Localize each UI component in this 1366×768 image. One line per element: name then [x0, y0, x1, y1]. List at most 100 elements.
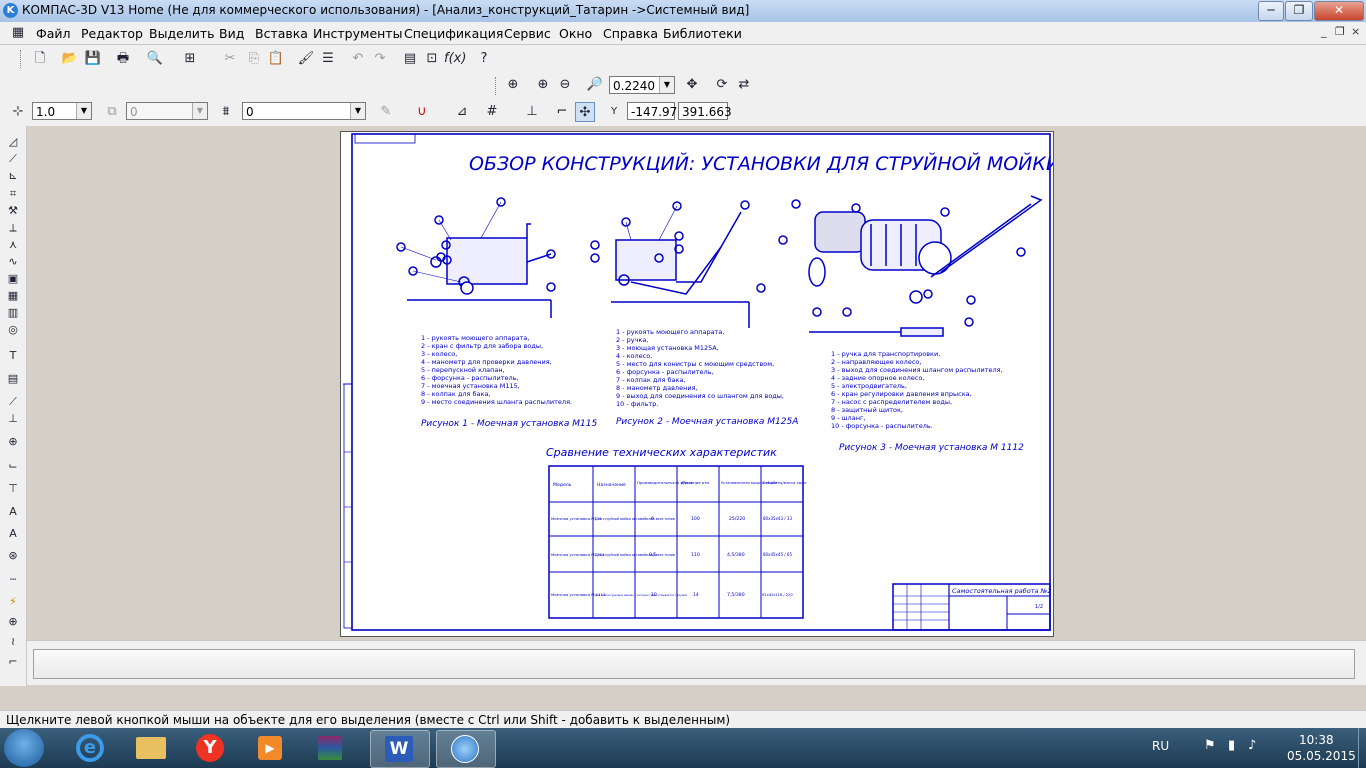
edit-icon[interactable]: ⌗: [4, 186, 22, 201]
leader-icon[interactable]: ⟋: [4, 394, 22, 409]
manager-icon[interactable]: ⊞: [180, 49, 200, 69]
layers-icon[interactable]: ▤: [400, 49, 420, 69]
language-indicator[interactable]: RU: [1152, 739, 1169, 753]
measure-icon[interactable]: ⟂: [4, 220, 22, 235]
mark-icon[interactable]: ⊛: [4, 548, 22, 563]
help-pointer-icon[interactable]: ?: [474, 49, 494, 69]
preview-icon[interactable]: 🔍: [145, 49, 165, 69]
wave-icon[interactable]: ≀: [4, 634, 22, 649]
view-arrow-icon[interactable]: ⊕: [4, 434, 22, 449]
coord-x-field[interactable]: -147.97: [627, 102, 677, 120]
cut-icon[interactable]: ✂: [220, 49, 240, 69]
menu-select[interactable]: Выделить: [149, 26, 215, 41]
taskbar-ie-icon[interactable]: e: [62, 730, 120, 766]
table-icon[interactable]: ▤: [4, 371, 22, 386]
section-icon[interactable]: ⌙: [4, 458, 22, 473]
menu-service[interactable]: Сервис: [504, 26, 551, 41]
zoom-scale-icon[interactable]: 🔎: [585, 75, 605, 95]
snap-icon[interactable]: ✣: [575, 102, 595, 122]
close-button[interactable]: ✕: [1314, 1, 1364, 21]
start-button[interactable]: [4, 729, 44, 767]
parametrize-icon[interactable]: ⚒: [4, 203, 22, 218]
minimize-button[interactable]: ─: [1258, 1, 1284, 21]
menu-view[interactable]: Вид: [219, 26, 244, 41]
undo-icon[interactable]: ↶: [348, 49, 368, 69]
insert-icon[interactable]: ▦: [4, 288, 22, 303]
symbols-icon[interactable]: ⊾: [4, 168, 22, 183]
orto-icon[interactable]: ⊿: [452, 102, 472, 122]
copy-icon[interactable]: ⎘: [244, 49, 264, 69]
menu-edit[interactable]: Редактор: [81, 26, 143, 41]
reports-icon[interactable]: ▣: [4, 271, 22, 286]
variables-icon[interactable]: f(x): [444, 49, 466, 69]
pan-icon[interactable]: ✥: [682, 75, 702, 95]
grid-icon[interactable]: #: [482, 102, 502, 122]
menu-insert[interactable]: Вставка: [255, 26, 308, 41]
coord-y-field[interactable]: 391.663: [678, 102, 732, 120]
drawing-sheet[interactable]: ОБЗОР КОНСТРУКЦИЙ: УСТАНОВКИ ДЛЯ СТРУЙНО…: [340, 131, 1060, 637]
zoom-window-icon[interactable]: ⊕: [503, 75, 523, 95]
line-scale-icon[interactable]: ⊹: [8, 102, 28, 122]
library-icon[interactable]: ⊡: [422, 49, 442, 69]
position-icon[interactable]: ⊥: [4, 411, 22, 426]
zoom-in-icon[interactable]: ⊕: [533, 75, 553, 95]
lightning-icon[interactable]: ⚡: [4, 594, 22, 609]
menu-file[interactable]: Файл: [36, 26, 71, 41]
layer-state-select[interactable]: 0 ▼: [126, 102, 208, 120]
fragments-icon[interactable]: ▥: [4, 305, 22, 320]
mdi-minimize-button[interactable]: _: [1321, 25, 1327, 38]
save-icon[interactable]: 💾: [83, 49, 103, 69]
taskbar-kompas-icon[interactable]: [436, 730, 496, 768]
mdi-close-button[interactable]: ×: [1351, 25, 1360, 38]
taskbar-word-icon[interactable]: W: [370, 730, 430, 768]
dimensions-icon[interactable]: ⟋: [4, 151, 22, 166]
properties-panel-content[interactable]: [33, 649, 1355, 679]
print-icon[interactable]: 🖶: [113, 49, 133, 69]
menu-tools[interactable]: Инструменты: [313, 26, 402, 41]
menu-libraries[interactable]: Библиотеки: [663, 26, 742, 41]
menu-specification[interactable]: Спецификация: [404, 26, 503, 41]
redo-icon[interactable]: ↷: [370, 49, 390, 69]
show-desktop-button[interactable]: [1358, 728, 1366, 768]
open-folder-icon[interactable]: 📂: [60, 49, 80, 69]
document-icon[interactable]: ▦: [8, 23, 28, 43]
spec-icon[interactable]: ∿: [4, 254, 22, 269]
brush-icon[interactable]: 🖌: [296, 49, 316, 69]
mdi-restore-button[interactable]: ❐: [1335, 25, 1345, 38]
brush-icon[interactable]: ✎: [376, 102, 396, 122]
restore-button[interactable]: ❐: [1285, 1, 1313, 21]
text-icon[interactable]: T: [4, 348, 22, 363]
refresh-view-icon[interactable]: ⟳: [712, 75, 732, 95]
select-icon[interactable]: ⋏: [4, 237, 22, 252]
line-scale-select[interactable]: 1.0 ▼: [32, 102, 92, 120]
roughness-icon[interactable]: ⊤: [4, 481, 22, 496]
menu-window[interactable]: Окно: [559, 26, 592, 41]
paste-icon[interactable]: 📋: [266, 49, 286, 69]
geometry-icon[interactable]: ◿: [4, 134, 22, 149]
bracket-icon[interactable]: ⌐: [4, 654, 22, 669]
network-icon[interactable]: ▮: [1228, 738, 1235, 753]
views-icon[interactable]: ◎: [4, 322, 22, 337]
local-cs-icon[interactable]: ⊥: [522, 102, 542, 122]
flag-icon[interactable]: ⚑: [1204, 738, 1216, 753]
dash-icon[interactable]: ┄: [4, 572, 22, 587]
properties-icon[interactable]: ☰: [318, 49, 338, 69]
center-icon[interactable]: ⊕: [4, 614, 22, 629]
clock-time[interactable]: 10:38: [1299, 733, 1334, 747]
taskbar-media-icon[interactable]: ▶: [242, 730, 300, 766]
magnet-icon[interactable]: ∪: [412, 102, 432, 122]
menu-help[interactable]: Справка: [603, 26, 658, 41]
zoom-level-select[interactable]: 0.2240 ▼: [609, 76, 675, 94]
layer-icon[interactable]: ⩩: [216, 102, 236, 122]
taskbar-winrar-icon[interactable]: [302, 730, 360, 766]
taskbar-yandex-icon[interactable]: Y: [182, 730, 240, 766]
new-document-icon[interactable]: 🗋: [30, 49, 50, 69]
base-icon[interactable]: A: [4, 504, 22, 519]
taskbar-explorer-icon[interactable]: [122, 730, 180, 766]
layer-select[interactable]: 0 ▼: [242, 102, 366, 120]
volume-icon[interactable]: ♪: [1248, 738, 1256, 753]
zoom-out-icon[interactable]: ⊖: [555, 75, 575, 95]
layer-state-icon[interactable]: ⧉: [102, 102, 122, 122]
clock-date[interactable]: 05.05.2015: [1287, 749, 1356, 763]
axis-icon[interactable]: A: [4, 526, 22, 541]
